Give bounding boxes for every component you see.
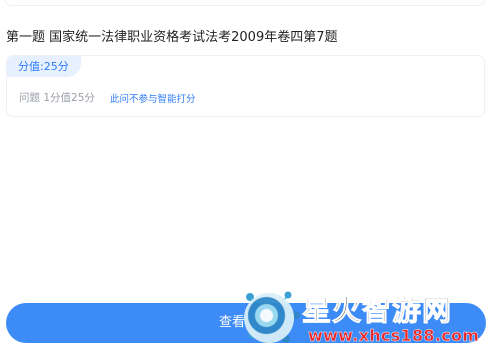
score-card: 分值:25分 问题 1分值25分 此问不参与智能打分 <box>6 55 485 117</box>
question-title: 第一题 国家统一法律职业资格考试法考2009年卷四第7题 <box>6 30 338 45</box>
top-strip <box>0 0 492 8</box>
watermark-url: www.xhcs188.com <box>308 326 480 345</box>
ai-scoring-note: 此问不参与智能打分 <box>110 94 196 105</box>
question-meta: 问题 1分值25分 <box>19 92 95 104</box>
watermark-logo: 星火智游网 www.xhcs188.com <box>240 285 492 347</box>
score-badge: 分值:25分 <box>7 56 81 77</box>
previous-card-edge <box>5 0 485 6</box>
watermark-brand: 星火智游网 <box>301 293 453 328</box>
globe-icon <box>244 293 294 343</box>
